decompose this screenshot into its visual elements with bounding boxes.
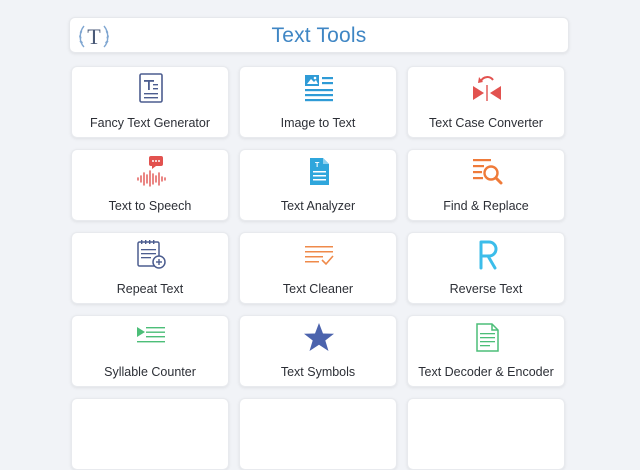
tool-label: Repeat Text: [116, 282, 184, 296]
image-to-text-icon: [305, 75, 333, 102]
speech-wave-icon: [137, 156, 166, 187]
text-document-icon: [139, 73, 163, 103]
tool-label: Syllable Counter: [104, 365, 196, 379]
find-magnifier-icon: [473, 159, 503, 185]
tool-card-repeat-text[interactable]: Repeat Text: [71, 232, 229, 304]
tool-card-text-cleaner[interactable]: Text Cleaner: [239, 232, 397, 304]
tool-label: Text Decoder & Encoder: [418, 365, 554, 379]
tool-card-text-to-speech[interactable]: Text to Speech: [71, 149, 229, 221]
tool-card-text-case-converter[interactable]: Text Case Converter: [407, 66, 565, 138]
notepad-add-icon: [137, 240, 166, 269]
tool-label: Reverse Text: [449, 282, 523, 296]
tool-card-image-to-text[interactable]: Image to Text: [239, 66, 397, 138]
syllable-lines-icon: [137, 327, 165, 343]
tool-card-row5-3[interactable]: [407, 398, 565, 470]
tool-card-find-replace[interactable]: Find & Replace: [407, 149, 565, 221]
tool-label: Fancy Text Generator: [90, 116, 210, 130]
tool-card-text-analyzer[interactable]: T Text Analyzer: [239, 149, 397, 221]
tool-card-fancy-text-generator[interactable]: Fancy Text Generator: [71, 66, 229, 138]
encoder-document-icon: [476, 323, 499, 352]
tool-label: Image to Text: [280, 116, 356, 130]
tool-label: Text Cleaner: [282, 282, 354, 296]
tool-card-reverse-text[interactable]: Reverse Text: [407, 232, 565, 304]
reverse-r-icon: [479, 240, 498, 270]
star-icon: [304, 323, 334, 351]
svg-text:T: T: [315, 162, 320, 169]
tool-label: Text to Speech: [108, 199, 192, 213]
tool-label: Find & Replace: [443, 199, 529, 213]
page-title: Text Tools: [271, 24, 367, 47]
tool-card-text-decoder-encoder[interactable]: Text Decoder & Encoder: [407, 315, 565, 387]
tool-card-row5-2[interactable]: [239, 398, 397, 470]
tool-card-row5-1[interactable]: [71, 398, 229, 470]
clean-lines-check-icon: [305, 246, 334, 266]
tool-label: Text Case Converter: [429, 116, 543, 130]
case-converter-icon: [473, 76, 501, 101]
page-header: T Text Tools: [69, 17, 569, 53]
analyze-document-icon: T: [310, 158, 329, 185]
tool-card-text-symbols[interactable]: Text Symbols: [239, 315, 397, 387]
tool-card-syllable-counter[interactable]: Syllable Counter: [71, 315, 229, 387]
tool-label: Text Symbols: [280, 365, 356, 379]
tool-label: Text Analyzer: [280, 199, 356, 213]
